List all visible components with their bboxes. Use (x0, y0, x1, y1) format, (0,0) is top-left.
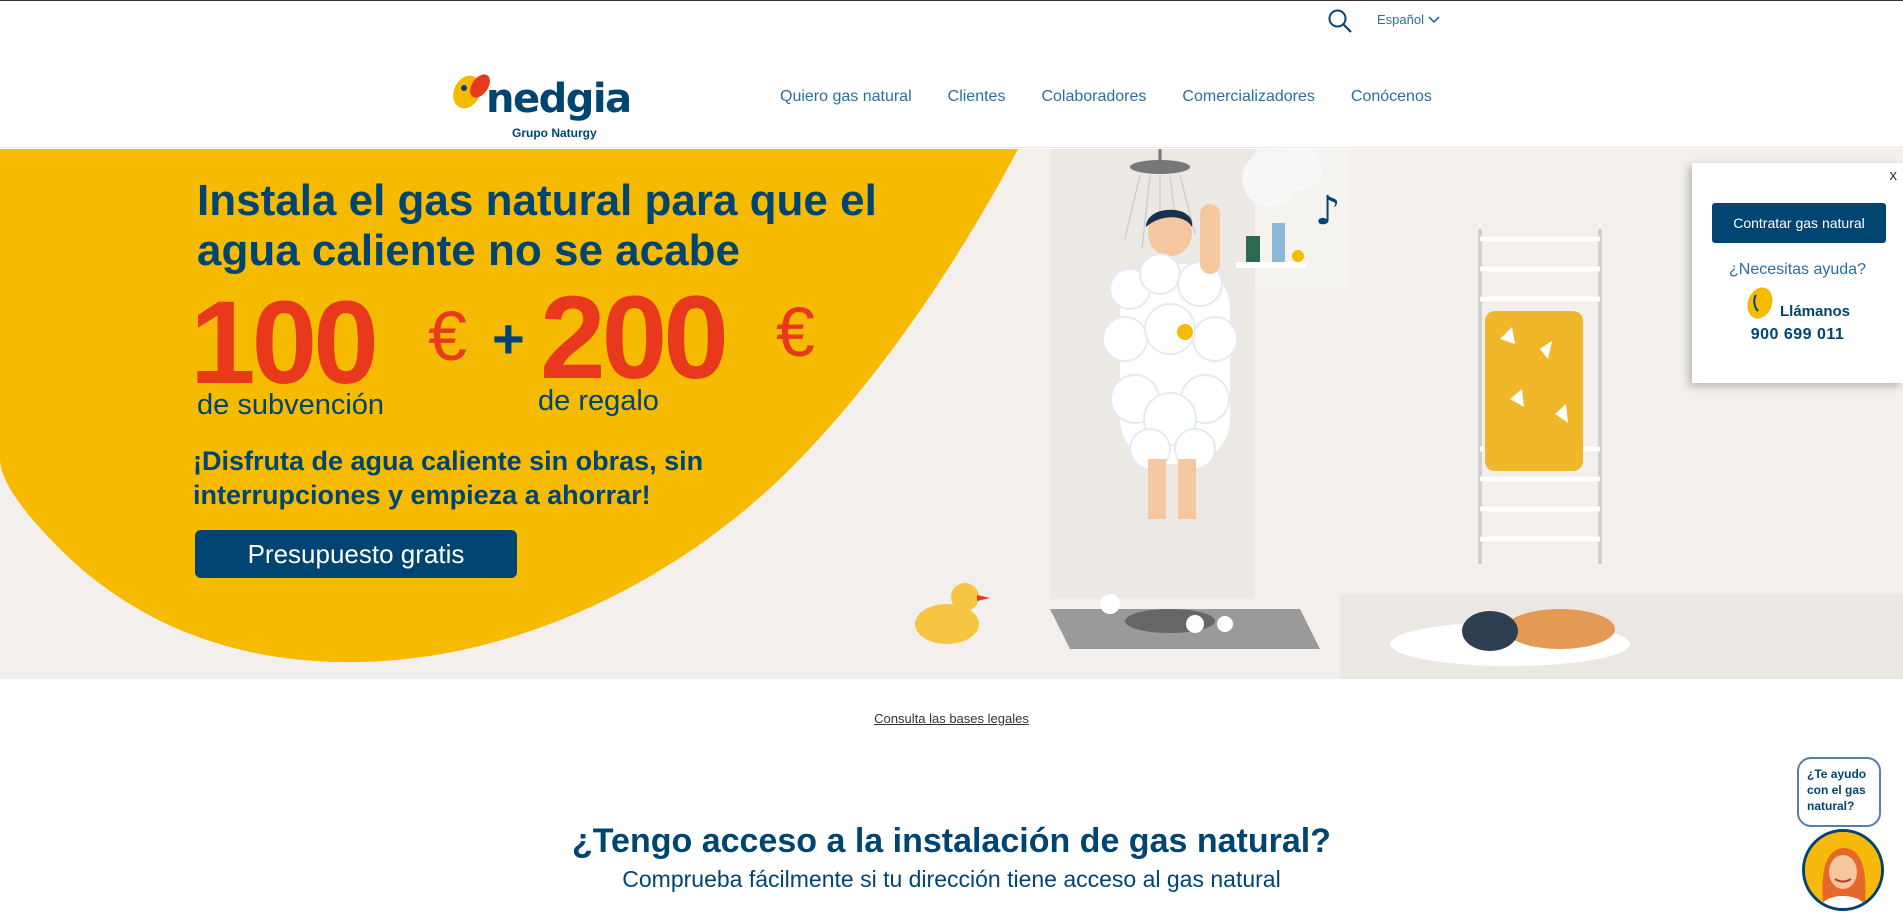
language-label: Español (1377, 12, 1424, 27)
gift-label: de regalo (538, 385, 659, 417)
section-title: ¿Tengo acceso a la instalación de gas na… (572, 822, 1331, 860)
hero-banner: ♪ Instala el gas natural para que el agu… (0, 149, 1903, 679)
site-header: Español nedgia Grupo Naturgy Quiero gas … (0, 1, 1903, 148)
nav-clientes[interactable]: Clientes (948, 88, 1006, 106)
svg-text:♪: ♪ (1315, 188, 1341, 234)
call-us-label: Llámanos (1780, 303, 1851, 320)
assistant-avatar-icon (1805, 832, 1881, 908)
help-panel: x Contratar gas natural ¿Necesitas ayuda… (1692, 163, 1903, 383)
hero-title: Instala el gas natural para que el agua … (197, 176, 877, 275)
chat-bubble[interactable]: ¿Te ayudo con el gas natural? (1797, 757, 1881, 827)
nedgia-logo[interactable]: nedgia Grupo Naturgy (450, 74, 632, 142)
logo-wordmark: nedgia (486, 76, 632, 122)
logo-tagline: Grupo Naturgy (512, 126, 597, 140)
chat-avatar[interactable] (1802, 829, 1884, 911)
free-quote-button[interactable]: Presupuesto gratis (195, 530, 517, 578)
search-icon[interactable] (1327, 8, 1353, 34)
nav-comercializadores[interactable]: Comercializadores (1182, 88, 1315, 106)
nav-conocenos[interactable]: Conócenos (1351, 88, 1432, 106)
nav-quiero-gas-natural[interactable]: Quiero gas natural (780, 88, 912, 106)
subsidy-amount: 100 (190, 277, 379, 409)
phone-icon (1747, 287, 1773, 319)
subsidy-label: de subvención (197, 389, 385, 421)
gift-amount: 200 (540, 272, 729, 404)
gift-currency: € (776, 293, 815, 371)
nav-colaboradores[interactable]: Colaboradores (1041, 88, 1146, 106)
subsidy-currency: € (428, 297, 467, 375)
language-selector[interactable]: Español (1377, 12, 1440, 27)
contract-gas-button[interactable]: Contratar gas natural (1712, 203, 1886, 243)
close-help-button[interactable]: x (1890, 167, 1898, 184)
phone-number[interactable]: 900 699 011 (1692, 326, 1903, 344)
legal-terms-link[interactable]: Consulta las bases legales (0, 711, 1903, 726)
section-subtitle: Comprueba fácilmente si tu dirección tie… (622, 866, 1281, 892)
plus-sign: + (492, 307, 525, 370)
main-nav: Quiero gas natural Clientes Colaboradore… (780, 88, 1432, 106)
hero-description: ¡Disfruta de agua caliente sin obras, si… (193, 446, 704, 510)
chevron-down-icon (1428, 15, 1440, 23)
need-help-link[interactable]: ¿Necesitas ayuda? (1692, 261, 1903, 279)
